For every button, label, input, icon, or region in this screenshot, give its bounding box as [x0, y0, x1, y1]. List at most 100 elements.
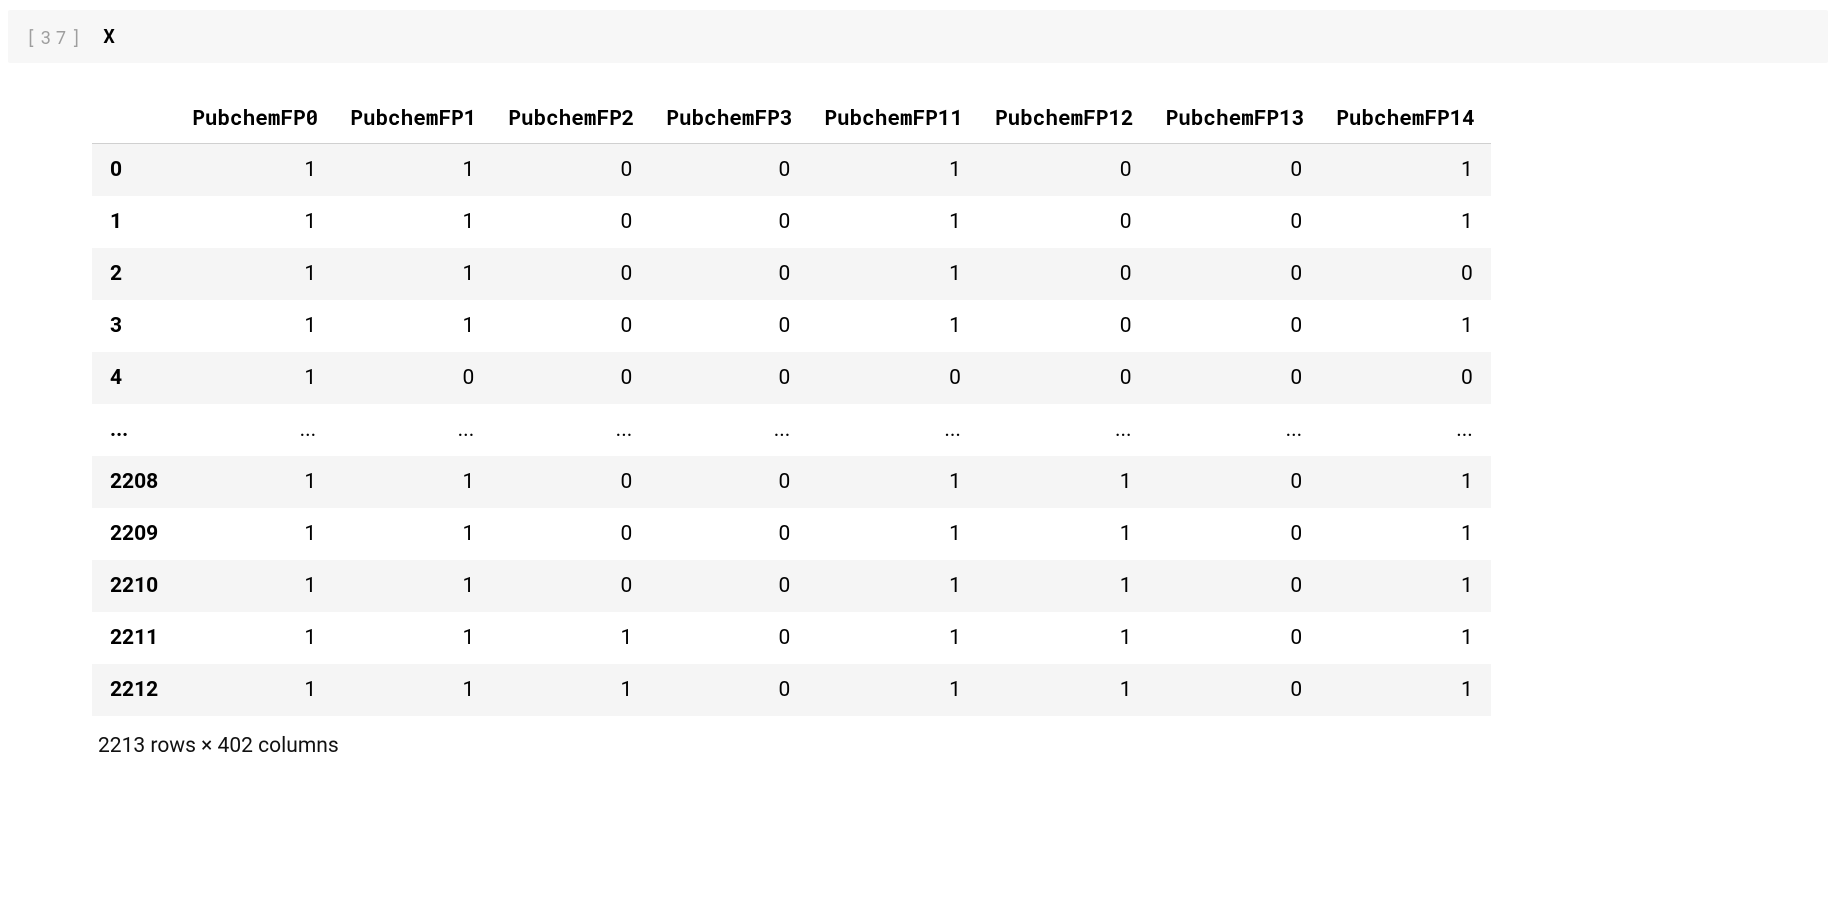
cell-value: 1	[808, 508, 979, 560]
cell-value: 1	[176, 612, 334, 664]
cell-value: 1	[808, 560, 979, 612]
column-header: PubchemFP14	[1320, 91, 1491, 144]
row-index: 1	[92, 196, 176, 248]
cell-value: 1	[1320, 664, 1491, 716]
column-header: PubchemFP12	[979, 91, 1150, 144]
table-row: 220811001101	[92, 456, 1491, 508]
cell-value: 1	[1320, 456, 1491, 508]
cell-value: 0	[1150, 612, 1321, 664]
row-index: ...	[92, 404, 176, 456]
notebook-cell: [37] X	[8, 10, 1828, 63]
column-header: PubchemFP11	[808, 91, 979, 144]
cell-value: 1	[334, 560, 492, 612]
cell-value: ...	[334, 404, 492, 456]
table-row: 211001000	[92, 248, 1491, 300]
cell-value: 0	[650, 612, 808, 664]
cell-value: 1	[808, 612, 979, 664]
cell-value: 0	[1150, 664, 1321, 716]
cell-value: 1	[979, 508, 1150, 560]
cell-value: 0	[1150, 196, 1321, 248]
column-header: PubchemFP1	[334, 91, 492, 144]
row-index: 0	[92, 144, 176, 197]
cell-value: 1	[979, 456, 1150, 508]
cell-value: ...	[492, 404, 650, 456]
code-text[interactable]: X	[103, 24, 114, 49]
cell-value: 1	[334, 144, 492, 197]
cell-value: 1	[808, 300, 979, 352]
column-header: PubchemFP2	[492, 91, 650, 144]
cell-value: 0	[650, 248, 808, 300]
cell-value: 0	[492, 300, 650, 352]
cell-value: 1	[492, 612, 650, 664]
cell-value: 1	[176, 248, 334, 300]
cell-value: 0	[334, 352, 492, 404]
cell-value: 1	[334, 456, 492, 508]
shape-summary: 2213 rows × 402 columns	[98, 734, 1836, 758]
table-row: 410000000	[92, 352, 1491, 404]
cell-value: ...	[1320, 404, 1491, 456]
cell-output-area: PubchemFP0 PubchemFP1 PubchemFP2 Pubchem…	[92, 91, 1836, 758]
cell-value: 1	[979, 664, 1150, 716]
cell-input-area[interactable]: [37] X	[8, 10, 1828, 63]
row-index: 2210	[92, 560, 176, 612]
row-index: 2211	[92, 612, 176, 664]
cell-value: 0	[808, 352, 979, 404]
cell-value: 0	[979, 300, 1150, 352]
table-header-row: PubchemFP0 PubchemFP1 PubchemFP2 Pubchem…	[92, 91, 1491, 144]
cell-value: 1	[1320, 196, 1491, 248]
cell-value: 0	[650, 508, 808, 560]
cell-value: 0	[650, 456, 808, 508]
cell-value: 1	[176, 196, 334, 248]
table-row: ...........................	[92, 404, 1491, 456]
cell-value: 1	[808, 248, 979, 300]
cell-value: 0	[1150, 456, 1321, 508]
cell-value: 1	[176, 352, 334, 404]
cell-value: 1	[1320, 560, 1491, 612]
cell-value: 0	[492, 352, 650, 404]
cell-value: 1	[176, 560, 334, 612]
cell-value: 0	[1320, 248, 1491, 300]
table-row: 011001001	[92, 144, 1491, 197]
cell-value: ...	[176, 404, 334, 456]
cell-value: 1	[334, 508, 492, 560]
cell-value: 1	[176, 456, 334, 508]
cell-value: 1	[334, 248, 492, 300]
table-corner	[92, 91, 176, 144]
table-row: 221211101101	[92, 664, 1491, 716]
cell-value: 0	[492, 248, 650, 300]
cell-value: 1	[334, 612, 492, 664]
cell-value: 0	[650, 144, 808, 197]
cell-value: ...	[650, 404, 808, 456]
cell-value: 0	[650, 300, 808, 352]
cell-value: 1	[808, 456, 979, 508]
cell-value: 0	[1150, 144, 1321, 197]
cell-value: 0	[650, 196, 808, 248]
cell-value: 1	[176, 664, 334, 716]
cell-value: 1	[979, 560, 1150, 612]
cell-value: 1	[1320, 144, 1491, 197]
cell-value: 0	[492, 196, 650, 248]
row-index: 2208	[92, 456, 176, 508]
table-row: 221011001101	[92, 560, 1491, 612]
row-index: 4	[92, 352, 176, 404]
table-row: 220911001101	[92, 508, 1491, 560]
cell-value: 1	[1320, 508, 1491, 560]
cell-value: 0	[1150, 248, 1321, 300]
row-index: 2	[92, 248, 176, 300]
cell-value: 0	[1150, 300, 1321, 352]
cell-value: 0	[492, 456, 650, 508]
execution-count: [37]	[26, 25, 85, 49]
cell-value: 0	[979, 352, 1150, 404]
cell-value: 0	[492, 560, 650, 612]
cell-value: 1	[808, 144, 979, 197]
cell-value: 1	[1320, 612, 1491, 664]
cell-value: 0	[650, 664, 808, 716]
cell-value: 0	[650, 560, 808, 612]
cell-value: 1	[334, 300, 492, 352]
cell-value: 0	[979, 248, 1150, 300]
cell-value: 1	[808, 196, 979, 248]
cell-value: 0	[492, 144, 650, 197]
cell-value: 1	[176, 144, 334, 197]
cell-value: 1	[492, 664, 650, 716]
cell-value: 0	[650, 352, 808, 404]
